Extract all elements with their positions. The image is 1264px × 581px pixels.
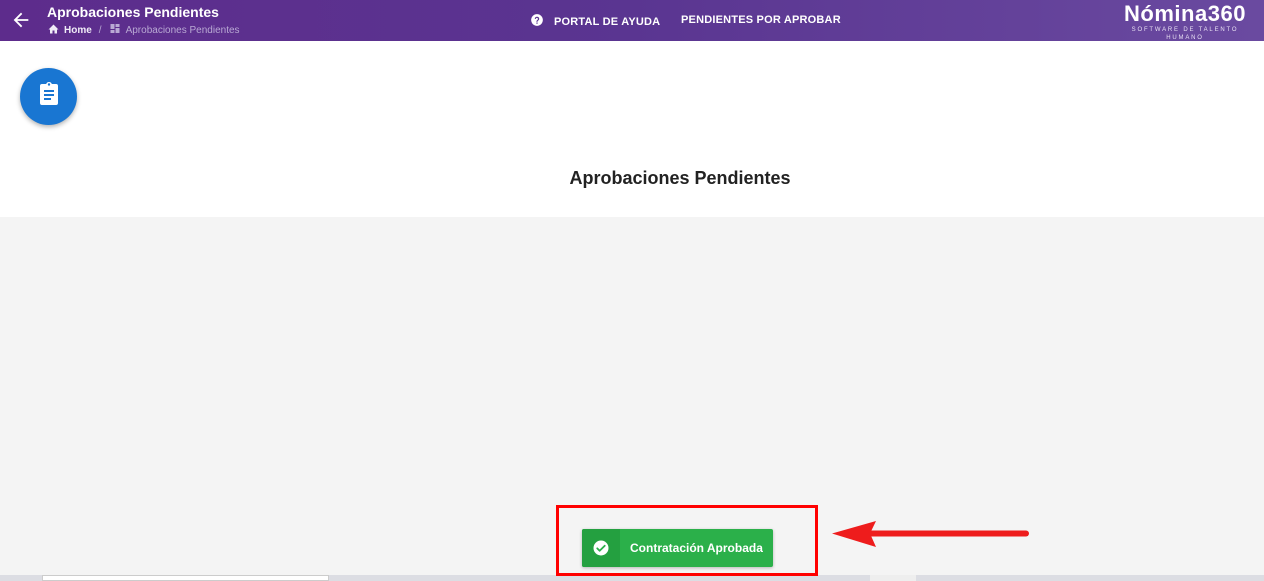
help-circle-icon <box>530 13 544 30</box>
app-title: Aprobaciones Pendientes <box>47 4 219 20</box>
logo-name: Nómina360 <box>1124 1 1246 26</box>
top-bar: Aprobaciones Pendientes Home / Aprobacio… <box>0 0 1264 41</box>
breadcrumb-separator: / <box>98 24 102 36</box>
page-title: Aprobaciones Pendientes <box>569 168 791 188</box>
breadcrumb: Home / Aprobaciones Pendientes <box>47 23 240 37</box>
page-header: Aprobaciones Pendientes <box>0 41 1264 217</box>
annotation-arrow-icon <box>832 521 1029 547</box>
bottom-panel-segment <box>42 575 329 581</box>
help-portal-link[interactable]: PORTAL DE AYUDA <box>530 13 660 30</box>
pending-approval-link[interactable]: PENDIENTES POR APROBAR <box>681 14 841 26</box>
breadcrumb-current: Aprobaciones Pendientes <box>125 24 240 36</box>
annotation-highlight-box <box>556 505 818 576</box>
brand-logo: Nómina360 SOFTWARE DE TALENTO HUMANO <box>1113 2 1257 42</box>
logo-tagline: SOFTWARE DE TALENTO HUMANO <box>1131 27 1239 41</box>
clipboard-icon <box>37 81 61 112</box>
home-icon[interactable] <box>47 23 60 37</box>
back-arrow-icon[interactable] <box>10 9 32 31</box>
dashboard-icon <box>109 23 121 37</box>
bottom-panel-segment <box>870 575 916 581</box>
clipboard-fab-button[interactable] <box>20 68 77 125</box>
help-portal-label: PORTAL DE AYUDA <box>554 15 661 28</box>
breadcrumb-home[interactable]: Home <box>64 25 92 36</box>
